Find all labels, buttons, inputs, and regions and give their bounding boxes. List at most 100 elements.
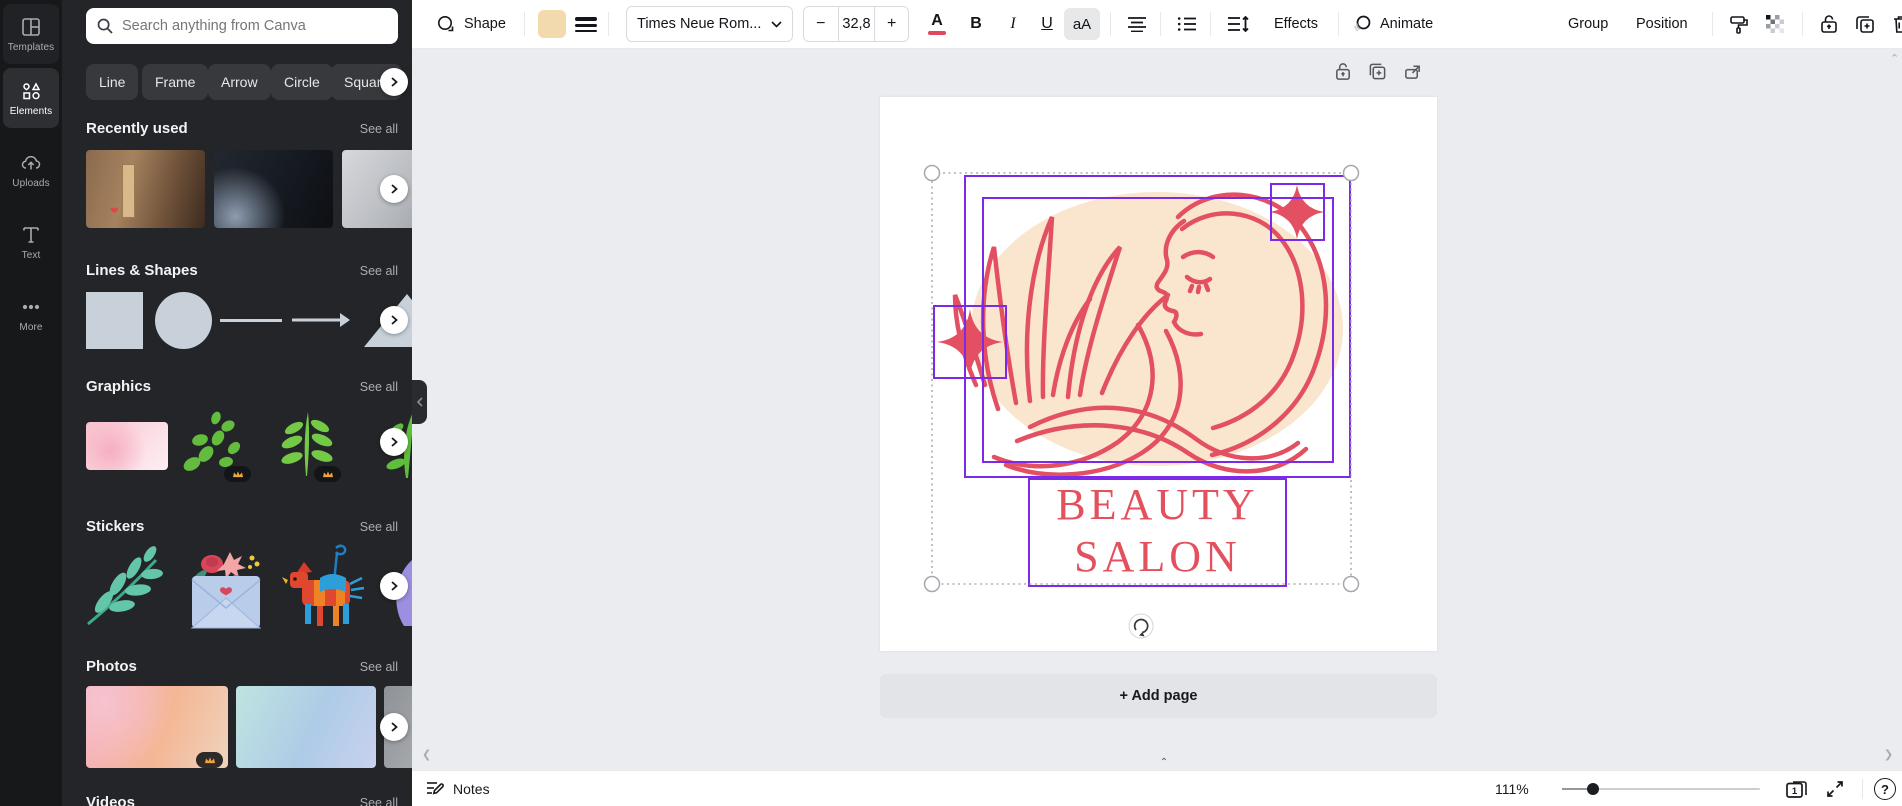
sidebar-item-uploads[interactable]: Uploads [3, 140, 59, 200]
fill-color-swatch[interactable] [538, 10, 566, 38]
italic-button[interactable]: I [1000, 0, 1026, 48]
templates-icon [22, 17, 40, 36]
copy-style-button[interactable] [1724, 0, 1754, 48]
animate-label: Animate [1380, 16, 1434, 32]
sidebar-item-text[interactable]: Text [3, 212, 59, 272]
effects-button[interactable]: Effects [1274, 0, 1318, 48]
shape-square[interactable] [86, 292, 143, 349]
font-size-decrease-button[interactable]: − [804, 15, 838, 33]
chip-label: Line [99, 74, 126, 90]
sidebar-item-label: Uploads [12, 177, 50, 189]
pro-crown-badge [196, 752, 223, 768]
bottom-panel-toggle[interactable]: ⌃ [1142, 756, 1186, 769]
chevron-right-icon [391, 184, 398, 194]
design-page[interactable]: BEAUTY SALON [880, 97, 1437, 651]
notes-icon [427, 782, 444, 795]
border-style-icon [575, 16, 597, 21]
text-align-button[interactable] [1122, 0, 1152, 48]
duplicate-button[interactable] [1850, 0, 1880, 48]
photos-scroll-right-button[interactable] [380, 713, 408, 741]
search-input[interactable] [122, 18, 388, 34]
logo-text-line2[interactable]: SALON [1029, 535, 1286, 579]
sidebar-item-label: Text [21, 249, 41, 261]
delete-button[interactable] [1886, 0, 1902, 48]
text-align-center-icon [1128, 17, 1146, 32]
notes-button[interactable]: Notes [426, 771, 490, 806]
trash-icon [1894, 16, 1902, 33]
panel-collapse-tab[interactable] [412, 380, 427, 424]
fullscreen-button[interactable] [1826, 771, 1844, 806]
recently-scroll-right-button[interactable] [380, 175, 408, 203]
see-all-link[interactable]: See all [360, 380, 398, 394]
zoom-slider-knob[interactable] [1587, 783, 1599, 795]
line-spacing-icon [1228, 16, 1249, 32]
chevron-down-icon [771, 20, 782, 28]
bullet-list-button[interactable] [1172, 0, 1202, 48]
shape-circle[interactable] [155, 292, 212, 349]
border-style-button[interactable] [575, 0, 597, 48]
see-all-link[interactable]: See all [360, 660, 398, 674]
sidebar-item-elements[interactable]: Elements [3, 68, 59, 128]
logo-text-line1[interactable]: BEAUTY [1029, 483, 1286, 527]
recent-photo-love-blocks[interactable]: ❤ [86, 150, 205, 228]
zoom-level-value[interactable]: 111% [1495, 771, 1529, 806]
graphic-pink-gradient[interactable] [86, 422, 168, 470]
toolbar: Shape Times Neue Rom... − 32,8 + A B I U… [412, 0, 1902, 48]
sidebar-item-templates[interactable]: Templates [3, 4, 59, 64]
scroll-right-arrow[interactable]: ❯ [1884, 748, 1893, 761]
sidebar-item-more[interactable]: More [3, 284, 59, 344]
chip-line[interactable]: Line [86, 64, 139, 100]
see-all-link[interactable]: See all [360, 520, 398, 534]
search-bar[interactable] [86, 8, 398, 44]
font-size-increase-button[interactable]: + [875, 15, 908, 33]
transparency-button[interactable] [1760, 0, 1790, 48]
share-page-icon[interactable] [1403, 62, 1422, 81]
zoom-slider[interactable] [1562, 783, 1760, 795]
scroll-left-arrow[interactable]: ❮ [422, 748, 431, 761]
section-title-graphics: Graphics [86, 378, 152, 395]
chip-arrow[interactable]: Arrow [208, 64, 271, 100]
add-page-button[interactable]: + Add page [880, 674, 1437, 718]
shape-arrow[interactable] [290, 310, 352, 330]
sticker-teal-leaf[interactable] [80, 544, 170, 630]
statusbar-divider [1862, 779, 1863, 799]
sticker-pinata[interactable] [274, 544, 370, 630]
shape-line[interactable] [220, 319, 282, 322]
line-spacing-button[interactable] [1222, 0, 1254, 48]
group-button[interactable]: Group [1568, 0, 1608, 48]
stickers-scroll-right-button[interactable] [380, 572, 408, 600]
animate-button[interactable]: Animate [1352, 0, 1433, 48]
chevron-left-icon [416, 397, 423, 407]
see-all-link[interactable]: See all [360, 264, 398, 278]
chip-frame[interactable]: Frame [142, 64, 209, 100]
bold-button[interactable]: B [962, 0, 990, 48]
help-button[interactable]: ? [1874, 771, 1896, 806]
text-color-button[interactable]: A [923, 0, 951, 48]
see-all-link[interactable]: See all [360, 796, 398, 806]
graphics-scroll-right-button[interactable] [380, 428, 408, 456]
lock-page-icon[interactable] [1334, 62, 1352, 81]
transparency-checkerboard-icon [1766, 15, 1784, 33]
toolbar-divider [1210, 12, 1211, 36]
underline-button[interactable]: U [1034, 0, 1060, 48]
search-icon [97, 18, 113, 34]
font-family-dropdown[interactable]: Times Neue Rom... [626, 6, 793, 42]
font-size-value[interactable]: 32,8 [837, 7, 876, 41]
text-case-button[interactable]: aA [1064, 8, 1100, 40]
position-button[interactable]: Position [1636, 0, 1688, 48]
sticker-envelope-flowers[interactable] [178, 542, 274, 632]
chips-scroll-right-button[interactable] [380, 68, 408, 96]
see-all-link[interactable]: See all [360, 122, 398, 136]
canvas-workspace[interactable]: BEAUTY SALON + Add page ❮ ❯ ⌃ ⌃ [412, 48, 1902, 770]
duplicate-page-icon[interactable] [1368, 62, 1387, 81]
pages-button[interactable]: 1 [1784, 771, 1810, 806]
recent-photo-person-dark[interactable] [214, 150, 333, 228]
lock-button[interactable] [1814, 0, 1844, 48]
chip-circle[interactable]: Circle [271, 64, 333, 100]
shape-tool-button[interactable]: Shape [436, 0, 506, 48]
chip-label: Circle [284, 74, 320, 90]
photo-teal-gradient[interactable] [236, 686, 376, 768]
status-bar: Notes 111% 1 ? [412, 770, 1902, 806]
scroll-up-arrow[interactable]: ⌃ [1890, 52, 1899, 65]
shapes-scroll-right-button[interactable] [380, 306, 408, 334]
